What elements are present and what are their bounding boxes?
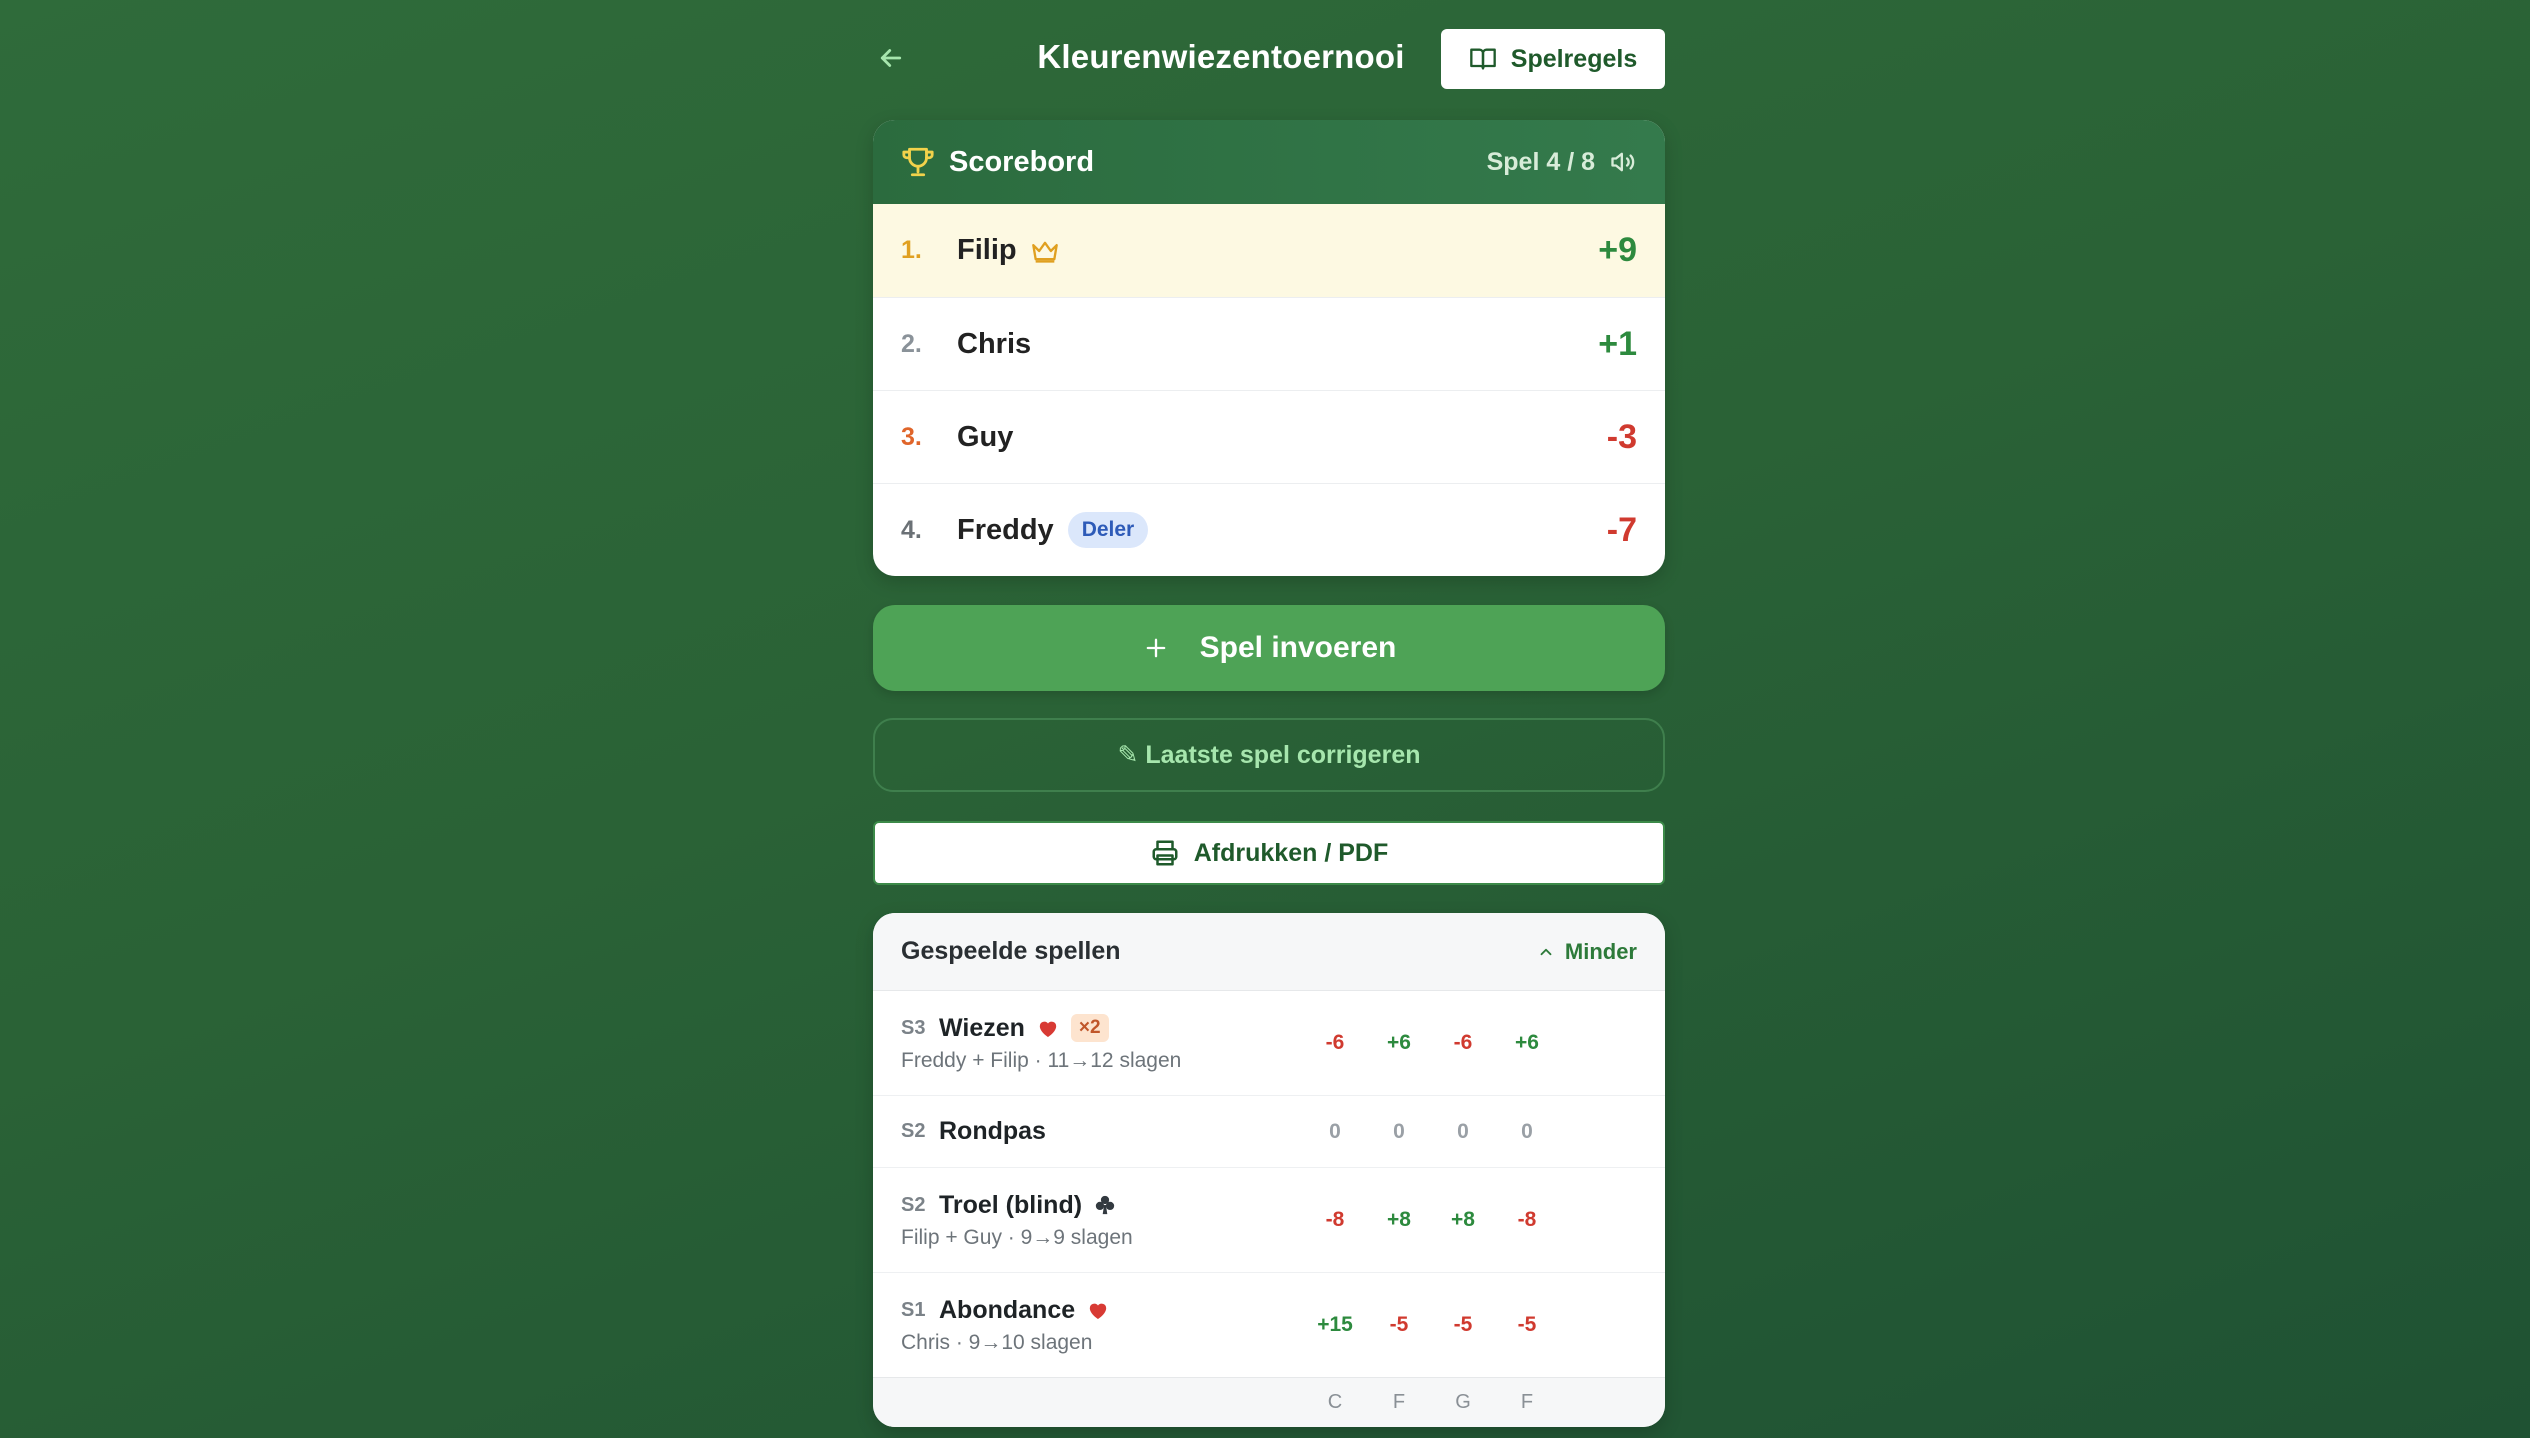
score-column-footer: C F G F [873, 1377, 1665, 1427]
game-id: S3 [901, 1016, 926, 1039]
game-score: +8 [1387, 1208, 1411, 1231]
played-games-card: Gespeelde spellen Minder S3 Wiezen ×2 Fr… [873, 913, 1665, 1427]
game-score: +8 [1451, 1208, 1475, 1231]
game-row[interactable]: S2 Rondpas 0 0 0 0 [873, 1096, 1665, 1168]
game-score: -5 [1389, 1313, 1409, 1336]
player-score: +1 [1598, 324, 1637, 363]
sound-toggle[interactable] [1609, 148, 1637, 176]
player-score: +9 [1598, 231, 1637, 269]
player-rank: 2. [901, 329, 922, 358]
player-score: -7 [1606, 510, 1637, 549]
print-label: Afdrukken / PDF [1193, 838, 1389, 867]
rules-button[interactable]: Spelregels [1441, 29, 1665, 89]
correct-last-game-button[interactable]: ✎ Laatste spel corrigeren [873, 718, 1665, 792]
column-initial: F [1520, 1391, 1534, 1413]
game-score: +6 [1515, 1031, 1539, 1054]
game-id: S2 [901, 1120, 926, 1142]
player-row: 3. Guy -3 [873, 390, 1665, 483]
round-counter: Spel 4 / 8 [1486, 147, 1595, 176]
collapse-toggle[interactable]: Minder [1537, 939, 1637, 965]
game-score: -6 [1453, 1031, 1473, 1054]
game-score: -8 [1517, 1208, 1537, 1231]
game-scores: -6 +6 -6 +6 [1303, 991, 1559, 1095]
game-row[interactable]: S1 Abondance Chris · 9→10 slagen +15 -5 … [873, 1273, 1665, 1378]
game-score: -8 [1325, 1208, 1345, 1231]
game-scores: -8 +8 +8 -8 [1303, 1168, 1559, 1272]
game-id: S2 [901, 1193, 926, 1216]
heart-icon [1037, 1018, 1059, 1038]
game-score: -6 [1325, 1031, 1345, 1054]
game-score: 0 [1393, 1119, 1405, 1143]
game-id: S1 [901, 1298, 926, 1321]
print-button[interactable]: Afdrukken / PDF [873, 821, 1665, 885]
heart-icon [1087, 1300, 1109, 1320]
game-name: Rondpas [939, 1117, 1046, 1145]
player-name: Chris [957, 327, 1032, 360]
player-rank: 4. [901, 515, 922, 544]
correct-last-game-label: ✎ Laatste spel corrigeren [1117, 741, 1421, 769]
game-score: +6 [1387, 1031, 1411, 1054]
player-name: Filip [957, 234, 1017, 266]
game-score: -5 [1517, 1313, 1537, 1336]
club-icon [1094, 1194, 1116, 1216]
player-name: Guy [957, 420, 1014, 453]
enter-game-label: Spel invoeren [1199, 631, 1397, 664]
trophy-icon [902, 147, 934, 177]
top-bar: Kleurenwiezentoernooi Spelregels [873, 0, 1665, 118]
speaker-icon [1611, 152, 1635, 172]
player-row: 4. Freddy Deler -7 [873, 483, 1665, 576]
player-row: 1. Filip +9 [873, 204, 1665, 297]
column-initial: C [1327, 1391, 1343, 1413]
game-score: 0 [1329, 1119, 1341, 1143]
game-name: Wiezen [939, 1013, 1025, 1042]
scoreboard-header: Scorebord Spel 4 / 8 [873, 120, 1665, 204]
chevron-up-icon [1540, 948, 1552, 955]
played-games-header: Gespeelde spellen Minder [873, 913, 1665, 991]
player-rank: 1. [901, 236, 922, 264]
multiplier-badge: ×2 [1070, 1014, 1109, 1042]
collapse-toggle-label: Minder [1564, 938, 1637, 964]
dealer-badge: Deler [1067, 512, 1149, 548]
column-initial: F [1392, 1391, 1406, 1413]
game-row[interactable]: S3 Wiezen ×2 Freddy + Filip · 11→12 slag… [873, 991, 1665, 1096]
book-icon [1469, 48, 1496, 70]
game-row[interactable]: S2 Troel (blind) Filip + Guy · 9→9 slage… [873, 1168, 1665, 1273]
column-initial: G [1455, 1391, 1471, 1413]
player-row: 2. Chris +1 [873, 297, 1665, 390]
main-column: Kleurenwiezentoernooi Spelregels Scorebo… [873, 0, 1665, 1427]
plus-icon [1146, 638, 1165, 658]
game-scores: 0 0 0 0 [1303, 1096, 1559, 1167]
player-score: -3 [1606, 417, 1637, 456]
game-name: Troel (blind) [939, 1190, 1083, 1219]
player-rank: 3. [901, 422, 922, 451]
scoreboard-card: Scorebord Spel 4 / 8 1. Filip +9 2. Chri… [873, 120, 1665, 576]
crown-icon [1031, 239, 1059, 263]
game-score: 0 [1521, 1119, 1533, 1143]
enter-game-button[interactable]: Spel invoeren [873, 605, 1665, 691]
game-score: -5 [1453, 1313, 1473, 1336]
rules-button-label: Spelregels [1510, 44, 1638, 73]
printer-icon [1152, 840, 1178, 866]
game-name: Abondance [939, 1295, 1076, 1324]
played-games-title: Gespeelde spellen [901, 937, 1121, 965]
scoreboard-title: Scorebord [949, 145, 1095, 178]
game-score: 0 [1457, 1119, 1469, 1143]
game-scores: +15 -5 -5 -5 [1303, 1273, 1559, 1377]
game-score: +15 [1317, 1313, 1353, 1336]
player-name: Freddy [957, 513, 1054, 546]
